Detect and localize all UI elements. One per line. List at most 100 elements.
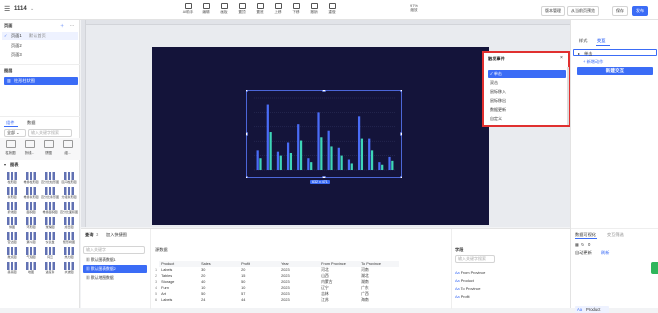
toolbar-button[interactable]: 重做 (324, 3, 340, 15)
bar[interactable] (388, 156, 391, 170)
toolbar-button[interactable]: 编辑 (198, 3, 214, 15)
chart-type-item[interactable]: 柱形图 (3, 172, 21, 184)
bar[interactable] (279, 155, 282, 170)
field-item[interactable]: Aa Profit (455, 293, 499, 301)
bar[interactable] (360, 138, 364, 170)
table-cell[interactable]: Labels (159, 297, 199, 303)
bar-chart[interactable] (246, 90, 402, 178)
bar[interactable] (357, 116, 361, 170)
bar[interactable] (350, 163, 353, 170)
preview-button[interactable]: 从当前页预览 (567, 6, 599, 16)
recent-item[interactable]: 折线... (21, 140, 38, 155)
toolbar-button[interactable]: 置顶 (234, 3, 250, 15)
bar[interactable] (391, 160, 394, 170)
popup-option[interactable]: 自定义 (488, 115, 566, 123)
chart-type-item[interactable]: 环形图 (22, 217, 40, 229)
toolbar-button[interactable]: 上移 (270, 3, 286, 15)
close-icon[interactable]: × (560, 55, 563, 61)
chart-type-item[interactable]: 百分比条形图 (41, 187, 59, 199)
new-interaction-button[interactable]: 新建交互 (577, 67, 653, 75)
tab-cross-filter[interactable]: 交互筛选 (607, 232, 624, 238)
chart-type-item[interactable]: 散点图 (3, 247, 21, 259)
canvas-stage[interactable]: 632 x 471 (152, 47, 489, 225)
dataset-search-input[interactable]: 输入关键字 (83, 246, 145, 254)
toolbar-button[interactable]: 撤销 (306, 3, 322, 15)
bar[interactable] (259, 158, 262, 170)
bar[interactable] (289, 152, 293, 170)
bar[interactable] (378, 162, 381, 170)
chart-type-item[interactable]: 桑基图 (3, 262, 21, 274)
bar[interactable] (320, 137, 323, 170)
page-item-3[interactable]: 页面3 (11, 52, 22, 58)
bar[interactable] (381, 164, 384, 170)
side-tab[interactable] (651, 262, 658, 274)
fields-search-input[interactable]: 输入关键字搜索 (455, 255, 495, 263)
resize-handle[interactable] (246, 176, 248, 179)
toolbar-button[interactable]: AI助手 (180, 3, 196, 15)
resize-handle[interactable] (322, 176, 326, 179)
chart-type-item[interactable]: 进度条 (41, 262, 59, 274)
chart-type-item[interactable]: 堆叠条形图 (22, 187, 40, 199)
chart-type-item[interactable]: 百分比柱形图 (41, 172, 59, 184)
chevron-down-icon[interactable]: ⌄ (30, 6, 34, 12)
chart-type-item[interactable]: 百分比面积图 (60, 202, 78, 214)
dataset-item[interactable]: ▦ 默认图表数据2 (83, 265, 147, 273)
field-item[interactable]: Aa Product (455, 277, 499, 285)
back-icon[interactable]: ☰ (4, 5, 10, 13)
tab-data[interactable]: 数据 (27, 120, 35, 126)
table-cell[interactable]: 江苏 (319, 297, 359, 303)
dataset-item[interactable]: ▦ 默认图表数据1 (83, 256, 147, 264)
chart-type-item[interactable]: 堆叠面积图 (41, 202, 59, 214)
zoom-control[interactable]: 97% 缩放 (406, 3, 422, 13)
bar[interactable] (297, 124, 300, 170)
chart-type-item[interactable]: 玫瑰图 (41, 217, 59, 229)
popup-option[interactable]: 双击 (488, 79, 566, 87)
table-cell[interactable]: 44 (239, 297, 279, 303)
resize-handle[interactable] (400, 90, 403, 92)
field-item[interactable]: Aa From Province (455, 269, 499, 277)
add-page-icon[interactable]: ＋ (60, 23, 64, 29)
filter-select[interactable]: 全部 ⌄ (4, 129, 26, 137)
bar[interactable] (256, 150, 259, 170)
page-item-1[interactable]: ✓ 页面1 默认首页 (2, 32, 78, 40)
tab-interaction[interactable]: 交互 (597, 38, 605, 44)
table-cell[interactable]: 24 (199, 297, 239, 303)
chart-type-item[interactable]: 词云 (41, 247, 59, 259)
popup-option[interactable]: 鼠标移出 (488, 97, 566, 105)
table-cell[interactable]: 2023 (279, 297, 319, 303)
resize-handle[interactable] (400, 176, 403, 179)
bar[interactable] (286, 142, 290, 170)
chart-type-item[interactable]: 气泡图 (22, 247, 40, 259)
bar[interactable] (317, 112, 320, 170)
bar[interactable] (269, 132, 272, 170)
chart-type-item[interactable]: 分组条形图 (60, 187, 78, 199)
recent-item[interactable]: 柱状图 (2, 140, 19, 155)
chart-type-item[interactable]: 面积图 (22, 202, 40, 214)
scrollbar[interactable] (567, 67, 569, 125)
tab-style[interactable]: 样式 (579, 38, 587, 44)
resize-handle[interactable] (400, 132, 403, 136)
popup-option[interactable]: ✓ 单击 (488, 70, 566, 78)
event-select[interactable]: ▸ 单击 (573, 49, 657, 56)
chart-type-item[interactable]: 饼图 (3, 217, 21, 229)
resize-handle[interactable] (246, 132, 248, 136)
chart-type-item[interactable]: 水波图 (60, 262, 78, 274)
version-button[interactable]: 版本管理 (541, 6, 565, 16)
bar[interactable] (276, 151, 280, 170)
chart-type-item[interactable]: 热力图 (60, 247, 78, 259)
dataset-item[interactable]: ▦ 默认地图数据 (83, 274, 147, 282)
bar[interactable] (337, 147, 340, 170)
chart-type-item[interactable]: 条形图 (3, 187, 21, 199)
quick-chart-tab[interactable]: 加入快捷图 (106, 232, 127, 238)
chevron-down-icon[interactable]: ▾ (4, 162, 6, 167)
chart-type-item[interactable]: 堆叠柱形图 (22, 172, 40, 184)
chart-type-item[interactable]: 仪表盘 (41, 232, 59, 244)
chart-type-item[interactable]: 区间柱形图 (60, 172, 78, 184)
bar[interactable] (327, 130, 330, 170)
recent-item[interactable]: 饼图 (40, 140, 57, 155)
publish-button[interactable]: 发布 (632, 6, 648, 16)
table-cell[interactable]: 海南 (359, 297, 399, 303)
component-search-input[interactable]: 输入关键字搜索 (28, 129, 72, 137)
refresh-link[interactable]: 刷新 (601, 250, 609, 256)
popup-option[interactable]: 数据更新 (488, 106, 566, 114)
